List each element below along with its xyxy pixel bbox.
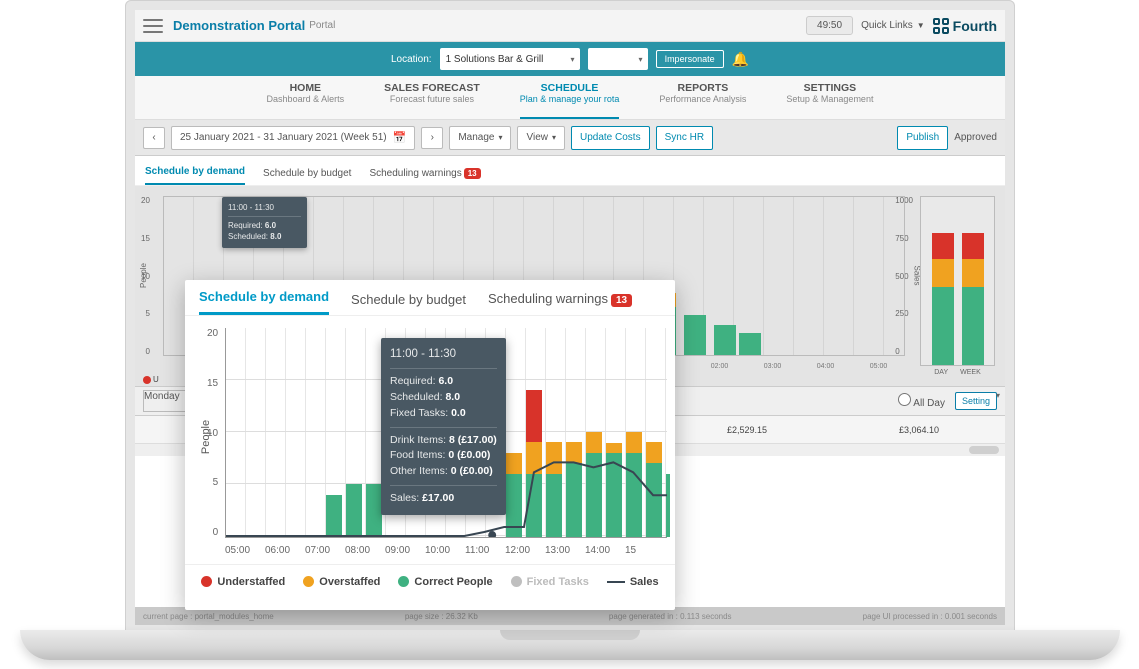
brand-logo: Fourth [933,18,997,34]
day-week-chart: DAY WEEK [920,196,995,376]
view-dropdown[interactable]: View▾ [517,126,565,150]
summary-cell: £2,529.15 [661,425,833,435]
legend-stub: U [143,375,159,384]
all-day-toggle[interactable]: All Day [898,393,945,409]
bell-icon[interactable]: 🔔 [732,51,749,68]
line-icon [607,581,625,583]
summary-cell: £3,064.10 [833,425,1005,435]
sync-hr-button[interactable]: Sync HR [656,126,713,150]
nav-home[interactable]: HOMEDashboard & Alerts [267,76,345,119]
overlay-y-axis: 20151050 [207,328,218,538]
next-week-button[interactable]: › [421,127,443,149]
settings-button[interactable]: Setting [955,392,997,410]
overlay-chart: People 20151050 [185,316,675,564]
location-select[interactable]: 1 Solutions Bar & Grill [440,48,580,70]
publish-button[interactable]: Publish [897,126,948,150]
dot-icon [398,576,409,587]
day-stack [932,233,954,365]
dot-icon [303,576,314,587]
subtab-demand[interactable]: Schedule by demand [145,166,245,185]
chevron-down-icon: ▼ [917,21,925,30]
overlay-tab-warnings[interactable]: Scheduling warnings13 [488,291,632,315]
overlay-warnings-badge: 13 [611,294,632,307]
overlay-tooltip: 11:00 - 11:30 Required: 6.0 Scheduled: 8… [381,338,506,515]
approved-label: Approved [954,132,997,143]
dot-icon [511,576,522,587]
impersonate-button[interactable]: Impersonate [656,50,724,68]
overlay-tab-budget[interactable]: Schedule by budget [351,292,466,315]
overlay-legend: Understaffed Overstaffed Correct People … [185,564,675,598]
top-bar: Demonstration Portal Portal 49:50 Quick … [135,10,1005,42]
bar [739,333,761,355]
calendar-icon: 📅 [393,131,407,144]
bar [684,315,706,355]
overlay-plot: 11:00 - 11:30 Required: 6.0 Scheduled: 8… [225,328,667,538]
portal-title: Demonstration Portal [173,18,305,33]
chart-tooltip-small: 11:00 - 11:30 Required: 6.0 Scheduled: 8… [222,197,307,248]
demand-chart-overlay: Schedule by demand Schedule by budget Sc… [185,280,675,610]
main-nav: HOMEDashboard & Alerts SALES FORECASTFor… [135,76,1005,120]
week-stack [962,233,984,365]
overlay-tab-demand[interactable]: Schedule by demand [199,289,329,315]
prev-week-button[interactable]: ‹ [143,127,165,149]
update-costs-button[interactable]: Update Costs [571,126,650,150]
subtab-warnings[interactable]: Scheduling warnings13 [369,168,480,185]
location-bar: Location: 1 Solutions Bar & Grill Impers… [135,42,1005,76]
location-label: Location: [391,54,432,65]
portal-suffix: Portal [309,20,335,31]
overlay-tabs: Schedule by demand Schedule by budget Sc… [185,280,675,316]
dot-icon [201,576,212,587]
quick-links-dropdown[interactable]: Quick Links▼ [861,20,925,31]
nav-settings[interactable]: SETTINGSSetup & Management [786,76,873,119]
bar [714,325,736,355]
schedule-subtabs: Schedule by demand Schedule by budget Sc… [135,156,1005,186]
session-timer: 49:50 [806,16,853,35]
manage-dropdown[interactable]: Manage▾ [449,126,511,150]
overlay-x-axis: 05:0006:0007:0008:0009:0010:0011:0012:00… [225,545,667,556]
nav-schedule[interactable]: SCHEDULEPlan & manage your rota [520,76,620,119]
secondary-select[interactable] [588,48,648,70]
date-range-picker[interactable]: 25 January 2021 - 31 January 2021 (Week … [171,126,415,150]
warnings-badge: 13 [464,168,481,179]
schedule-toolbar: ‹ 25 January 2021 - 31 January 2021 (Wee… [135,120,1005,156]
nav-sales-forecast[interactable]: SALES FORECASTForecast future sales [384,76,480,119]
nav-reports[interactable]: REPORTSPerformance Analysis [659,76,746,119]
menu-icon[interactable] [143,19,163,33]
subtab-budget[interactable]: Schedule by budget [263,168,351,185]
brand-mark-icon [933,18,949,34]
y-axis-left: 20151050 [141,196,150,356]
